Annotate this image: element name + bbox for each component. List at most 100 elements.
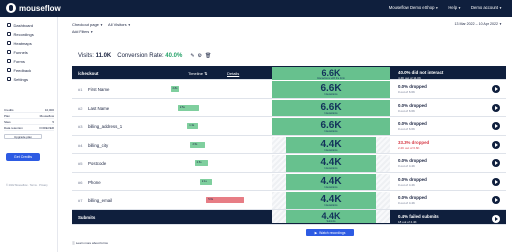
visits-cell: 4.4K Interactions [270, 173, 392, 190]
visits-box: 4.4K Interactions [272, 155, 390, 172]
website-label: Mouseflow Demo eShop [388, 5, 435, 10]
watch-recordings-button[interactable]: ▶ Watch recordings [306, 229, 354, 236]
plan-value: 5 [52, 119, 54, 124]
sidebar-item-forms[interactable]: Forms [0, 57, 57, 65]
funnel-step-rows: #1 First Name 2.8s 6.6K Interactions 0.0% dro… [72, 80, 506, 210]
visits-box: 4.4K Interactions [272, 192, 390, 209]
plan-value: Mouseflow [39, 113, 54, 118]
drop-sub: 0 out of 6.6K [398, 90, 416, 94]
footer-drop-title: 0.4% failed submits [398, 213, 439, 219]
settings-icon[interactable]: ⚙ [198, 53, 202, 59]
footer-visits-box: 4.4K Submits [272, 210, 390, 223]
header-drop-title: 40.0% did not interact [398, 70, 444, 75]
upgrade-plan-button[interactable]: Upgrade plan [4, 134, 42, 139]
step-field-name: billing_email [88, 198, 113, 203]
funnel-step-row[interactable]: #5 Postcode 2.5s 4.4K Interactions 0.0% dropp… [72, 154, 506, 173]
help-menu[interactable]: Help ▼ [448, 5, 461, 10]
step-number: #6 [78, 179, 83, 185]
visits-cell: 4.4K Interactions [270, 154, 392, 172]
timeline-bar: 2.1s [199, 178, 213, 185]
account-menu[interactable]: Demo account ▼ [471, 5, 502, 10]
chevron-down-icon: ▼ [499, 22, 502, 26]
page-header: Checkout page ▼ All Visitors ▼ [72, 22, 131, 27]
sidebar-item-heatmaps[interactable]: Heatmaps [0, 39, 57, 47]
delete-icon[interactable]: 🗑 [205, 53, 211, 59]
step-cell: #6 Phone 2.1s [72, 173, 270, 191]
visits-sub: Interactions [324, 130, 338, 133]
visits-label: Visits: [78, 53, 94, 59]
footer-drop-cell: 0.4% failed submits 18 out of 4.4K [392, 210, 506, 224]
visitors-selector[interactable]: All Visitors ▼ [108, 22, 131, 27]
play-recordings-icon[interactable] [492, 159, 500, 167]
sidebar-footer: © 2022 Mouseflow · Terms · Privacy [6, 184, 48, 187]
visits-cell: 6.6K Interactions [270, 99, 392, 116]
funnel-step-row[interactable]: #6 Phone 2.1s 4.4K Interactions 0.0% dropped 0… [72, 173, 506, 191]
step-number: #4 [78, 142, 83, 148]
funnel-step-row[interactable]: #7 billing_email 5.6s 4.4K Interactions 0.0% … [72, 191, 506, 210]
visits-box: 4.4K Interactions [272, 173, 390, 190]
visits-cell: 6.6K Interactions [270, 117, 392, 135]
plan-key: Sites [4, 119, 11, 124]
chevron-down-icon: ▼ [499, 5, 502, 10]
drop-title: 0.0% dropped [398, 195, 427, 200]
play-recordings-icon[interactable] [492, 122, 500, 130]
details-link[interactable]: Details [227, 71, 239, 76]
credits-label: Get Credits [13, 155, 33, 159]
play-recordings-icon[interactable] [492, 103, 500, 112]
funnel-step-row[interactable]: #2 Last Name 2.5s 6.6K Interactions 0.0% drop… [72, 99, 506, 117]
timeline-duration: 2.5s [196, 161, 202, 164]
sidebar-item-settings[interactable]: Settings [0, 75, 57, 83]
sidebar-item-label: Funnels [13, 49, 28, 55]
forms-icon [7, 59, 11, 63]
footer-visits-sub: Submits [326, 220, 336, 223]
drop-sub: 2.2K out of 6.6K [398, 145, 420, 150]
plan-summary: Credits 10,000 Plan Mouseflow Sites 5 Data ret… [4, 107, 54, 147]
drop-cell: 0.0% dropped 0 out of 6.6K [392, 80, 506, 98]
timeline-duration: 2.5s [179, 105, 185, 109]
sidebar-item-funnels[interactable]: Funnels [0, 48, 57, 56]
step-field-name: billing_city [88, 142, 109, 148]
mouse-logo-icon [6, 3, 16, 13]
funnel-step-row[interactable]: #4 billing_city 2.5s 4.4K Interactions 33.3% … [72, 136, 506, 154]
settings-icon [7, 77, 11, 81]
play-recordings-icon[interactable] [492, 196, 500, 204]
sidebar-item-dashboard[interactable]: Dashboard [0, 21, 57, 29]
get-credits-button[interactable]: Get Credits [6, 153, 40, 161]
footer-step-cell: Submits [72, 210, 270, 224]
timeline-duration: 1.3s [189, 124, 195, 127]
plan-row: Data retention FOREVER [4, 125, 54, 131]
play-recordings-icon[interactable] [492, 214, 500, 223]
top-nav: Mouseflow Demo eShop ▼ Help ▼ Demo account… [389, 5, 502, 10]
add-filters-button[interactable]: Add Filters ▼ [72, 30, 93, 34]
step-field-name: First Name [88, 87, 110, 92]
plan-key: Data retention [4, 125, 23, 130]
chevron-down-icon: ▼ [127, 23, 131, 27]
heatmaps-icon [7, 41, 11, 45]
funnel-step-row[interactable]: #1 First Name 2.8s 6.6K Interactions 0.0% dro… [72, 80, 506, 99]
page-selector[interactable]: Checkout page ▼ [72, 22, 103, 27]
learn-more-link[interactable]: ⓘ Learn more about forms [72, 241, 108, 245]
step-field-name: Postcode [88, 161, 107, 166]
logo[interactable]: mouseflow [6, 3, 61, 13]
date-range-label: 13 Mar 2022 – 10 Apr 2022 [454, 22, 499, 26]
sidebar-item-feedback[interactable]: Feedback [0, 66, 57, 74]
timeline-toggle[interactable]: Timeline ⇅ [188, 71, 207, 76]
drop-cell: 0.0% dropped 0 out of 6.6K [392, 117, 506, 135]
timeline-bar: 2.8s [170, 86, 179, 92]
sidebar-item-recordings[interactable]: Recordings [0, 30, 57, 38]
date-range-picker[interactable]: 13 Mar 2022 – 10 Apr 2022 ▼ [454, 22, 502, 26]
timeline-bar: 1.3s [187, 123, 198, 129]
step-cell: #5 Postcode 2.5s [72, 154, 270, 172]
chevron-down-icon: ▼ [435, 5, 439, 10]
play-recordings-icon[interactable] [492, 85, 500, 93]
step-number: #5 [78, 161, 83, 166]
edit-icon[interactable]: ✎ [190, 53, 194, 59]
step-number: #1 [78, 87, 83, 92]
play-recordings-icon[interactable] [492, 177, 500, 186]
play-recordings-icon[interactable] [492, 140, 500, 149]
website-selector[interactable]: Mouseflow Demo eShop ▼ [389, 5, 439, 10]
funnel-step-row[interactable]: #3 billing_address_1 1.3s 6.6K Interactions 0… [72, 117, 506, 136]
drop-title: 0.0% dropped [398, 84, 427, 89]
logo-text: mouseflow [19, 3, 61, 13]
timeline-duration: 5.6s [208, 198, 214, 201]
